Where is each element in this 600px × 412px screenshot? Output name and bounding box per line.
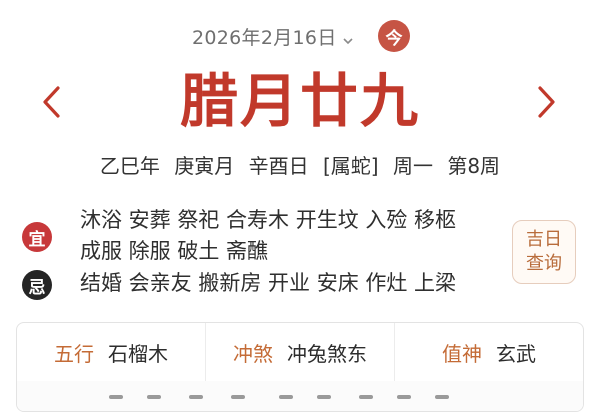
auspicious-day-query-button[interactable]: 吉日 查询 bbox=[512, 220, 576, 284]
partial-glyph bbox=[317, 395, 331, 399]
wuxing-value: 石榴木 bbox=[108, 341, 168, 366]
zodiac: [属蛇] bbox=[323, 154, 379, 178]
jiri-button-line-2: 查询 bbox=[526, 253, 562, 274]
partial-glyph bbox=[189, 395, 203, 399]
ganzhi-month: 庚寅月 bbox=[174, 154, 235, 178]
ganzhi-day: 辛酉日 bbox=[248, 154, 309, 178]
chongsha-cell: 冲煞 冲兔煞东 bbox=[205, 323, 394, 381]
partial-glyph bbox=[397, 395, 411, 399]
chevron-right-icon[interactable] bbox=[532, 84, 560, 120]
jiri-button-line-1: 吉日 bbox=[526, 229, 562, 250]
partial-glyph bbox=[147, 395, 161, 399]
partial-glyph bbox=[359, 395, 373, 399]
zhishen-label: 值神 bbox=[442, 341, 482, 366]
yi-activities-line-2: 成服 除服 破土 斋醮 bbox=[80, 239, 269, 263]
weekday: 周一 bbox=[392, 154, 433, 178]
chevron-left-icon[interactable] bbox=[38, 84, 66, 120]
ganzhi-line: 乙巳年 庚寅月 辛酉日 [属蛇] 周一 第8周 bbox=[0, 150, 600, 179]
wuxing-cell: 五行 石榴木 bbox=[17, 323, 205, 381]
chongsha-label: 冲煞 bbox=[233, 341, 273, 366]
yi-badge: 宜 bbox=[22, 222, 52, 252]
partial-glyph bbox=[279, 395, 293, 399]
chongsha-value: 冲兔煞东 bbox=[287, 341, 367, 366]
date-selector[interactable]: 2026年2月16日 bbox=[192, 22, 353, 50]
partial-glyph bbox=[231, 395, 245, 399]
ji-badge: 忌 bbox=[22, 270, 52, 300]
yi-activities-line-1: 沐浴 安葬 祭祀 合寿木 开生坟 入殓 移柩 bbox=[80, 208, 457, 232]
week-number: 第8周 bbox=[447, 154, 501, 178]
info-next-row-partial bbox=[17, 381, 583, 411]
partial-glyph bbox=[109, 395, 123, 399]
chevron-down-icon bbox=[343, 31, 353, 45]
zhishen-cell: 值神 玄武 bbox=[394, 323, 583, 381]
current-date: 2026年2月16日 bbox=[192, 26, 337, 49]
today-button[interactable]: 今 bbox=[378, 20, 410, 52]
zhishen-value: 玄武 bbox=[496, 341, 536, 366]
wuxing-label: 五行 bbox=[54, 341, 94, 366]
info-row: 五行 石榴木 冲煞 冲兔煞东 值神 玄武 bbox=[17, 323, 583, 382]
ji-activities-line-1: 结婚 会亲友 搬新房 开业 安床 作灶 上梁 bbox=[80, 271, 457, 295]
info-card: 五行 石榴木 冲煞 冲兔煞东 值神 玄武 bbox=[16, 322, 584, 412]
lunar-date-title: 腊月廿九 bbox=[179, 67, 420, 135]
ganzhi-year: 乙巳年 bbox=[99, 154, 160, 178]
partial-glyph bbox=[435, 395, 449, 399]
